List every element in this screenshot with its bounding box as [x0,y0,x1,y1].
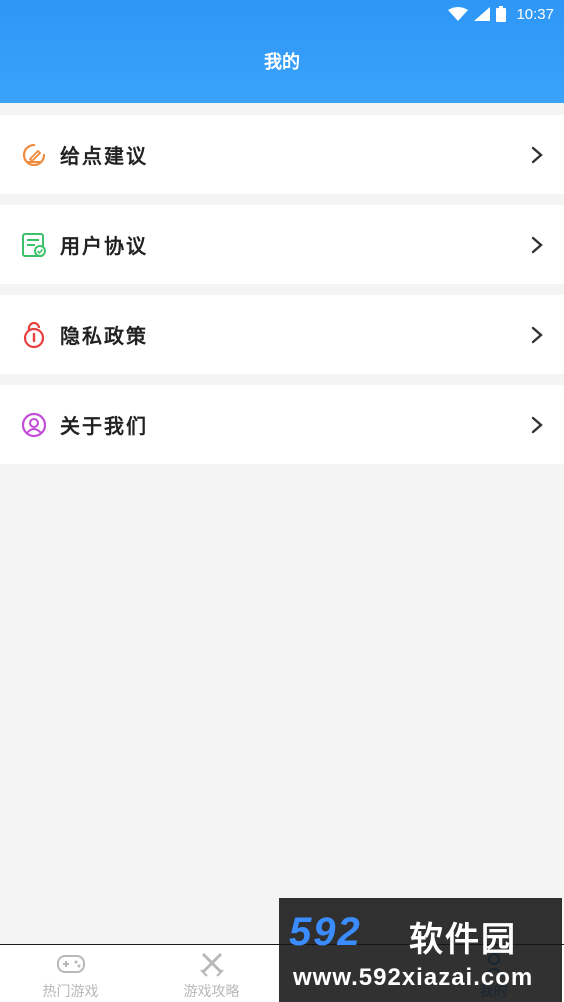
menu-item-about-us[interactable]: 关于我们 [0,385,564,464]
top-header: 10:37 我的 [0,0,564,103]
chevron-right-icon [531,236,543,253]
menu-label-user-agreement: 用户协议 [60,234,148,258]
menu-label-about-us: 关于我们 [60,414,148,438]
document-check-icon [22,232,46,257]
menu-item-user-agreement[interactable]: 用户协议 [0,205,564,284]
menu-item-feedback[interactable]: 给点建议 [0,115,564,194]
watermark-logo: 592 [289,910,362,954]
watermark-name: 软件园 [409,920,517,960]
signal-icon [474,7,491,21]
chevron-right-icon [531,416,543,433]
tab-game-guides[interactable]: 游戏攻略 [141,945,282,1002]
crossed-swords-icon [199,952,224,977]
gamepad-icon [56,955,85,973]
chevron-right-icon [531,146,543,163]
battery-icon [496,6,507,22]
status-bar: 10:37 [0,0,564,28]
menu-label-feedback: 给点建议 [60,144,148,168]
tab-hot-games[interactable]: 热门游戏 [0,945,141,1002]
tab-label-hot-games: 热门游戏 [42,984,99,1000]
menu-item-privacy-policy[interactable]: 隐私政策 [0,295,564,374]
user-circle-icon [21,412,47,437]
wifi-icon [448,7,469,21]
status-time: 10:37 [516,5,554,23]
menu-label-privacy-policy: 隐私政策 [60,324,148,348]
chevron-right-icon [531,326,543,343]
edit-circle-icon [22,143,46,166]
tab-label-game-guides: 游戏攻略 [183,984,240,1000]
watermark-url: www.592xiazai.com [293,964,534,991]
lock-icon [23,321,45,348]
watermark-overlay: 592 软件园 www.592xiazai.com [279,898,562,1002]
page-title: 我的 [264,52,300,73]
